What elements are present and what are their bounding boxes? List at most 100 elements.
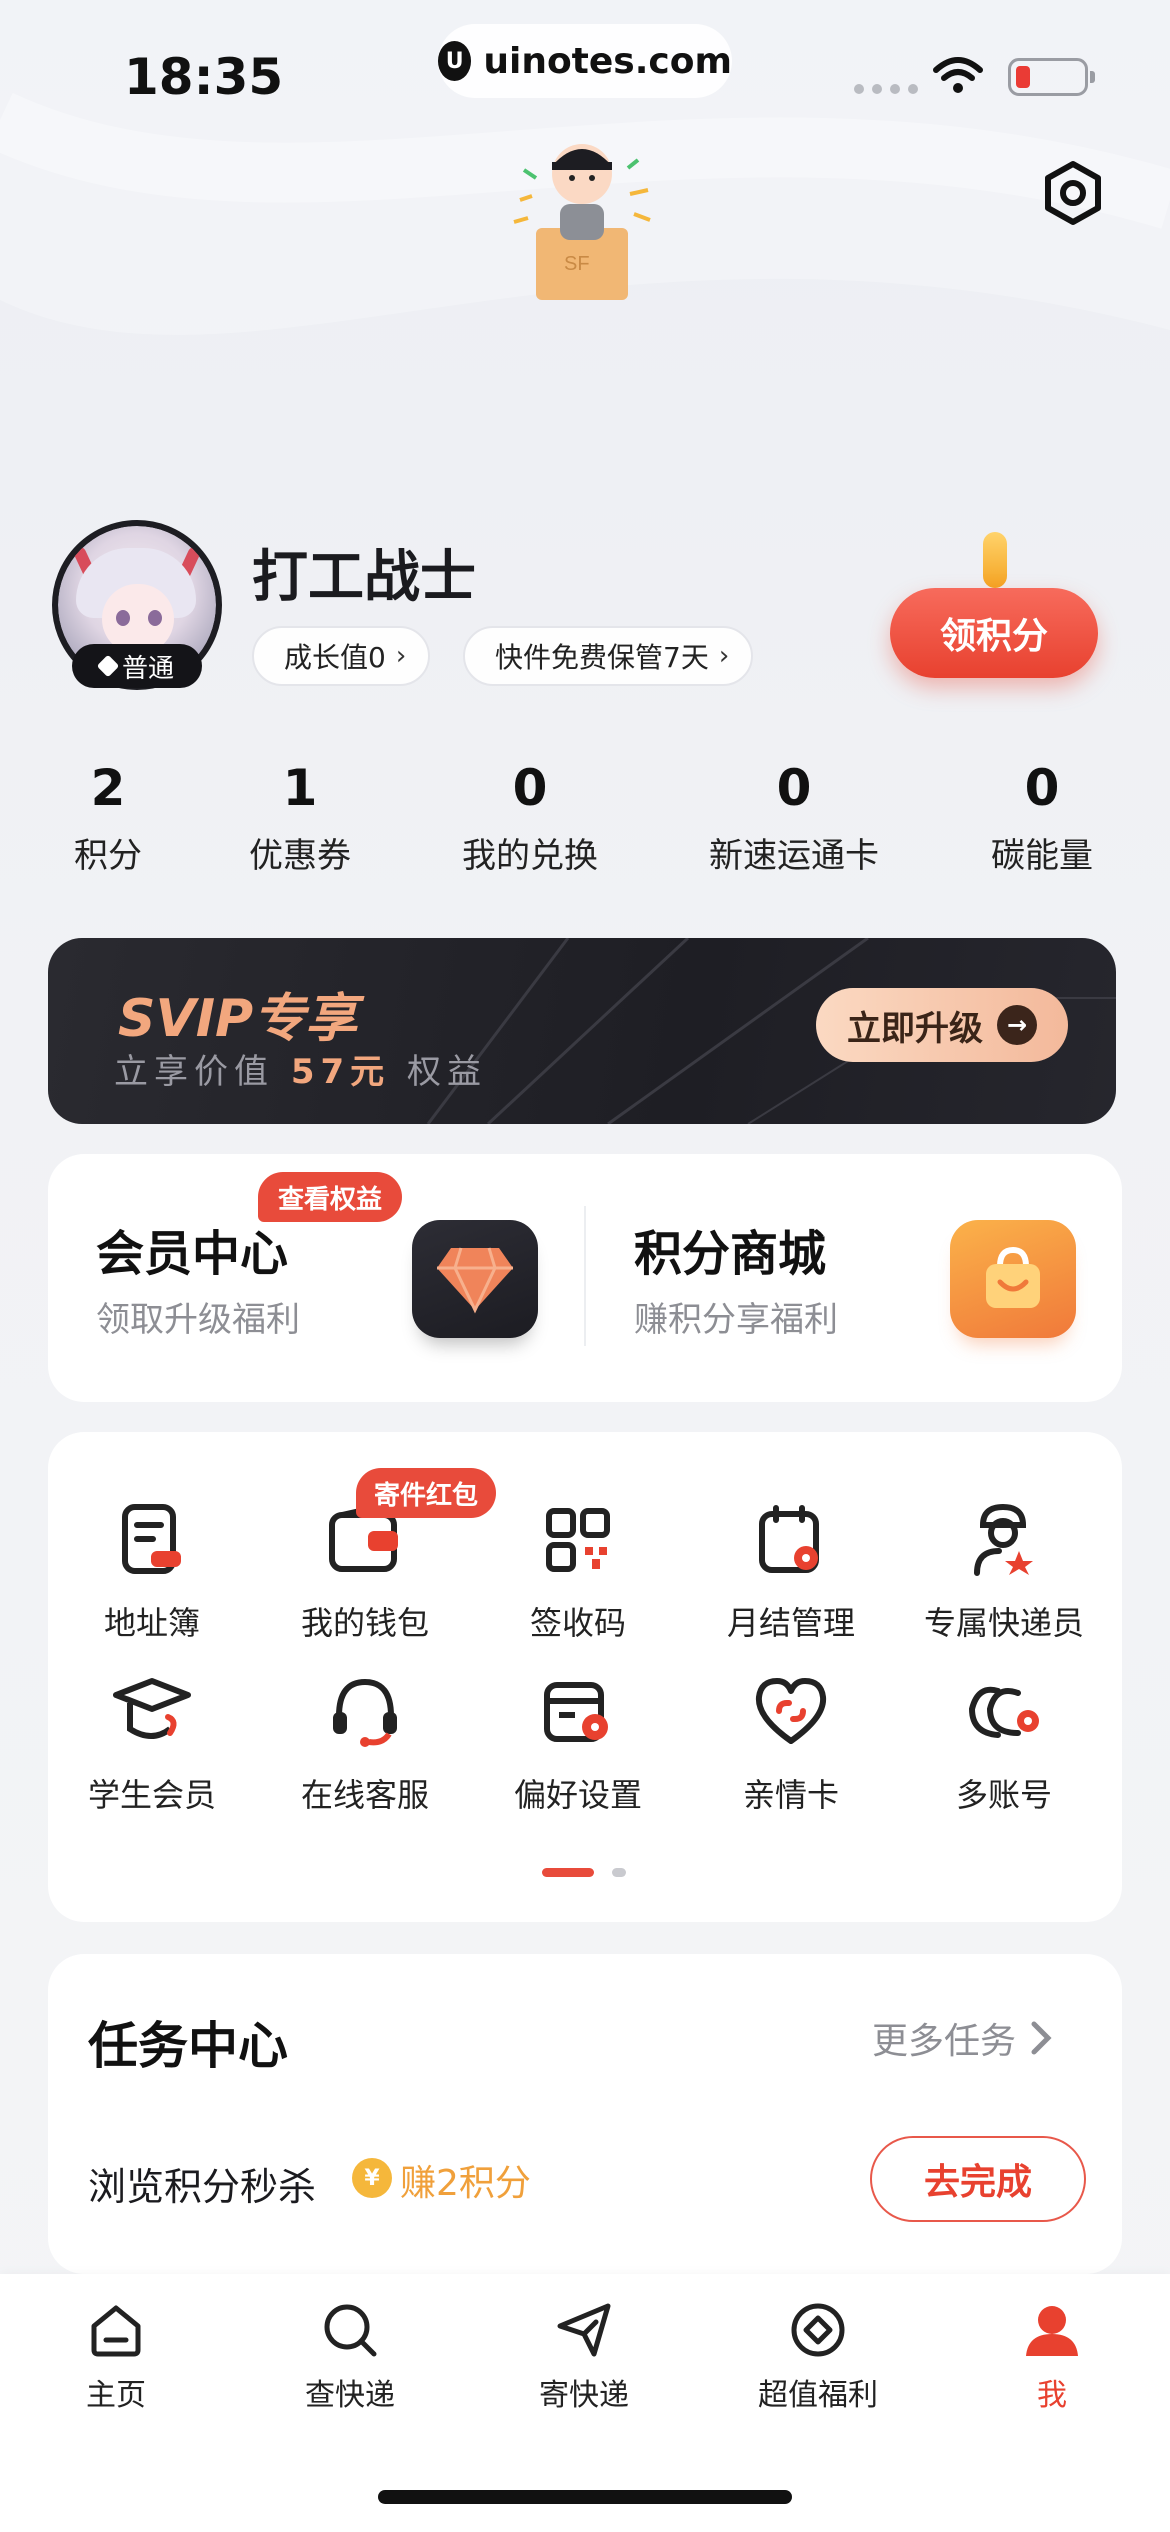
service-label: 学生会员 [87, 1776, 216, 1814]
graduation-cap-icon [112, 1672, 192, 1752]
growth-value-label: 成长值0 [284, 641, 386, 674]
status-time: 18:35 [124, 48, 284, 106]
service-label: 亲情卡 [742, 1776, 839, 1814]
stat-label: 优惠券 [249, 836, 351, 876]
preferences-icon [538, 1672, 618, 1752]
member-center-entry[interactable]: 会员中心 领取升级福利 [96, 1214, 300, 1341]
stat-redemptions[interactable]: 0 我的兑换 [440, 758, 620, 877]
stat-coupons[interactable]: 1 优惠券 [230, 758, 370, 877]
points-mall-entry[interactable]: 积分商城 赚积分享福利 [634, 1214, 838, 1341]
svip-sub-suffix: 权益 [406, 1052, 487, 1092]
headset-icon [325, 1672, 405, 1752]
svip-sub-amount: 57元 [290, 1052, 391, 1092]
stat-express-card[interactable]: 0 新速运通卡 [686, 758, 902, 877]
service-address-book[interactable]: 地址簿 [42, 1500, 262, 1644]
tab-label: 超值福利 [758, 2378, 878, 2413]
service-dedicated-courier[interactable]: 专属快递员 [894, 1500, 1114, 1644]
tab-home[interactable]: 主页 [26, 2300, 206, 2414]
service-label: 签收码 [529, 1604, 626, 1642]
svip-banner[interactable]: SVIP专享 立享价值 57元 权益 立即升级 → [48, 938, 1116, 1124]
gem-icon [412, 1220, 538, 1338]
svg-text:SF: SF [564, 253, 590, 275]
tab-track[interactable]: 查快递 [260, 2300, 440, 2414]
tab-send[interactable]: 寄快递 [494, 2300, 674, 2414]
service-wallet[interactable]: 我的钱包 [255, 1500, 475, 1644]
svip-title: SVIP专享 [118, 989, 358, 1049]
arrow-right-icon: → [997, 1005, 1037, 1045]
tab-label: 查快递 [305, 2378, 395, 2413]
task-center-title: 任务中心 [88, 2017, 288, 2075]
address-book-icon [112, 1500, 192, 1580]
service-qr-code[interactable]: 签收码 [468, 1500, 688, 1644]
stat-points[interactable]: 2 积分 [58, 758, 158, 877]
wifi-icon [933, 57, 983, 93]
level-badge: 普通 [72, 644, 202, 688]
service-label: 专属快递员 [923, 1604, 1084, 1642]
tab-label: 主页 [86, 2378, 146, 2413]
coin-pendant-icon [983, 532, 1007, 588]
profile-icon [1026, 2306, 1078, 2356]
more-tasks-label: 更多任务 [872, 2021, 1017, 2062]
service-online-support[interactable]: 在线客服 [255, 1672, 475, 1816]
site-logo-icon: U [438, 41, 472, 81]
stat-value: 0 [1024, 759, 1060, 817]
benefits-icon [791, 2303, 845, 2357]
diamond-icon [96, 654, 120, 678]
settings-icon[interactable] [1040, 160, 1106, 226]
qr-code-icon [538, 1500, 618, 1580]
chevron-right-icon: › [395, 641, 407, 671]
svip-sub-prefix: 立享价值 [114, 1052, 274, 1092]
service-label: 地址簿 [103, 1604, 200, 1642]
task-reward: 赚2积分 [400, 2163, 531, 2204]
service-multi-account[interactable]: 多账号 [894, 1672, 1114, 1816]
card-divider [584, 1206, 586, 1346]
multi-account-icon [964, 1672, 1044, 1752]
growth-value-chip[interactable]: 成长值0 › [252, 626, 431, 686]
service-family-card[interactable]: 亲情卡 [681, 1672, 901, 1816]
service-preferences[interactable]: 偏好设置 [468, 1672, 688, 1816]
url-pill: U uinotes.com [438, 24, 732, 98]
service-label: 在线客服 [300, 1776, 429, 1814]
service-student-member[interactable]: 学生会员 [42, 1672, 262, 1816]
service-label: 偏好设置 [513, 1776, 642, 1814]
chevron-right-icon: › [718, 641, 730, 671]
stat-value: 1 [282, 759, 318, 817]
service-monthly-billing[interactable]: 月结管理 [681, 1500, 901, 1644]
username: 打工战士 [252, 545, 476, 610]
stat-label: 新速运通卡 [709, 836, 879, 876]
chevron-right-icon [1031, 2021, 1052, 2055]
page-indicator-active[interactable] [542, 1868, 594, 1877]
tab-label: 寄快递 [539, 2378, 629, 2413]
url-text: uinotes.com [483, 40, 732, 82]
home-icon [91, 2305, 141, 2357]
shopping-bag-icon [950, 1220, 1076, 1338]
more-tasks-link[interactable]: 更多任务 [872, 2012, 1052, 2064]
claim-points-button[interactable]: 领积分 [890, 588, 1098, 678]
stat-value: 0 [776, 759, 812, 817]
battery-icon [1008, 58, 1095, 96]
courier-icon [964, 1500, 1044, 1580]
view-benefits-badge[interactable]: 查看权益 [258, 1172, 403, 1222]
tab-benefits[interactable]: 超值福利 [728, 2300, 908, 2414]
send-icon [557, 2303, 611, 2357]
calendar-settings-icon [751, 1500, 831, 1580]
tab-me[interactable]: 我 [962, 2300, 1142, 2414]
home-indicator [378, 2490, 792, 2504]
upgrade-button[interactable]: 立即升级 → [816, 988, 1068, 1062]
svip-subtitle: 立享价值 57元 权益 [114, 1044, 487, 1093]
member-center-title: 会员中心 [96, 1226, 289, 1282]
page-indicator[interactable] [612, 1868, 626, 1877]
task-name: 浏览积分秒杀 [88, 2165, 317, 2209]
service-label: 多账号 [955, 1776, 1052, 1814]
service-label: 月结管理 [726, 1604, 855, 1642]
search-icon [324, 2304, 377, 2357]
storage-chip[interactable]: 快件免费保管7天 › [463, 626, 754, 686]
stat-carbon-energy[interactable]: 0 碳能量 [972, 758, 1112, 877]
stat-label: 碳能量 [991, 836, 1093, 876]
cellular-signal-icon [854, 84, 918, 94]
coin-icon: ¥ [352, 2158, 392, 2198]
heart-link-icon [751, 1672, 831, 1752]
complete-task-button[interactable]: 去完成 [870, 2136, 1086, 2222]
storage-label: 快件免费保管7天 [495, 641, 709, 674]
mascot-illustration: SF [513, 144, 651, 300]
